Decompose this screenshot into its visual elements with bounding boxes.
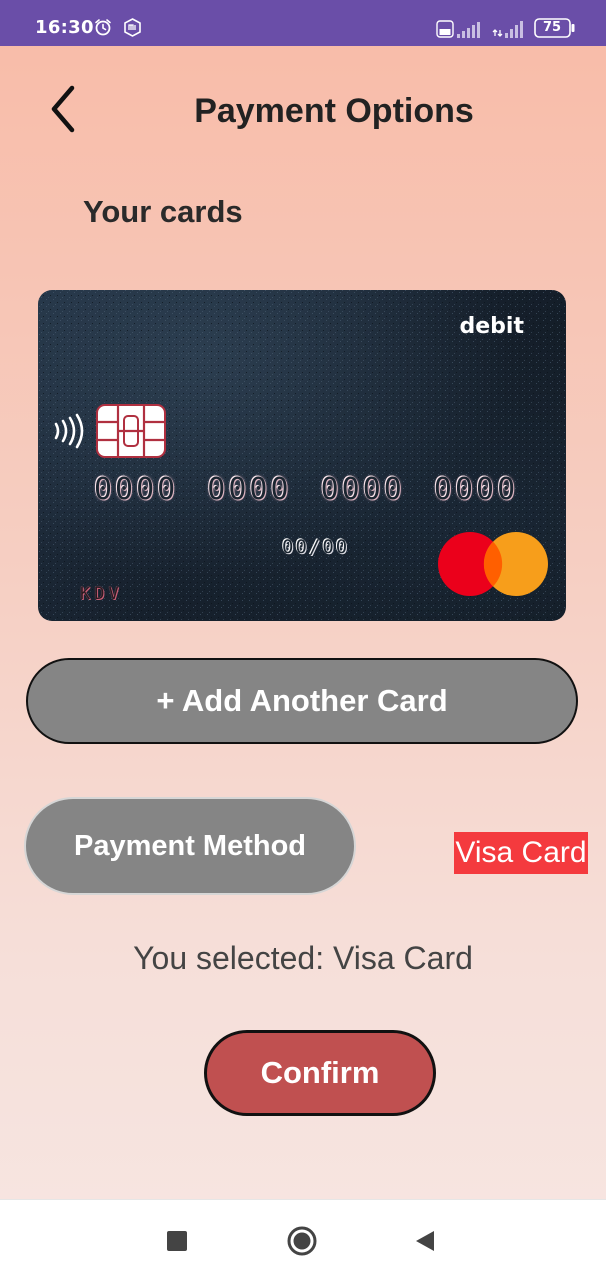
battery-level: 75: [542, 20, 562, 35]
status-bar: 16:30 75: [0, 0, 606, 46]
volte-icon: [436, 20, 480, 38]
card-expiry: 00/00: [282, 536, 350, 558]
nav-bar: [0, 1199, 606, 1281]
home-icon[interactable]: [287, 1226, 317, 1256]
page-title: Payment Options: [194, 92, 474, 130]
confirm-button[interactable]: Confirm: [204, 1030, 436, 1116]
contactless-icon: [54, 413, 84, 449]
mastercard-logo: [438, 532, 548, 596]
chip-icon: [96, 404, 166, 458]
signal-icon: [492, 21, 523, 38]
payment-method-button[interactable]: Payment Method: [24, 797, 356, 895]
alarm-icon: [95, 19, 111, 36]
selection-text: You selected: Visa Card: [133, 940, 473, 976]
card-number: 0000 0000 0000 0000: [94, 472, 519, 507]
section-title: Your cards: [83, 194, 243, 229]
recents-icon[interactable]: [167, 1231, 187, 1251]
add-card-button[interactable]: + Add Another Card: [26, 658, 578, 744]
status-time: 16:30: [35, 17, 94, 38]
card-type: debit: [459, 314, 524, 339]
card-holder: KDV: [80, 584, 123, 604]
debit-card[interactable]: debit 0000 0000 0000 0000 00/00 KDV: [38, 290, 566, 621]
mi-icon: [124, 18, 141, 37]
selected-method-label[interactable]: Visa Card: [454, 832, 588, 874]
back-icon[interactable]: [414, 1230, 436, 1252]
